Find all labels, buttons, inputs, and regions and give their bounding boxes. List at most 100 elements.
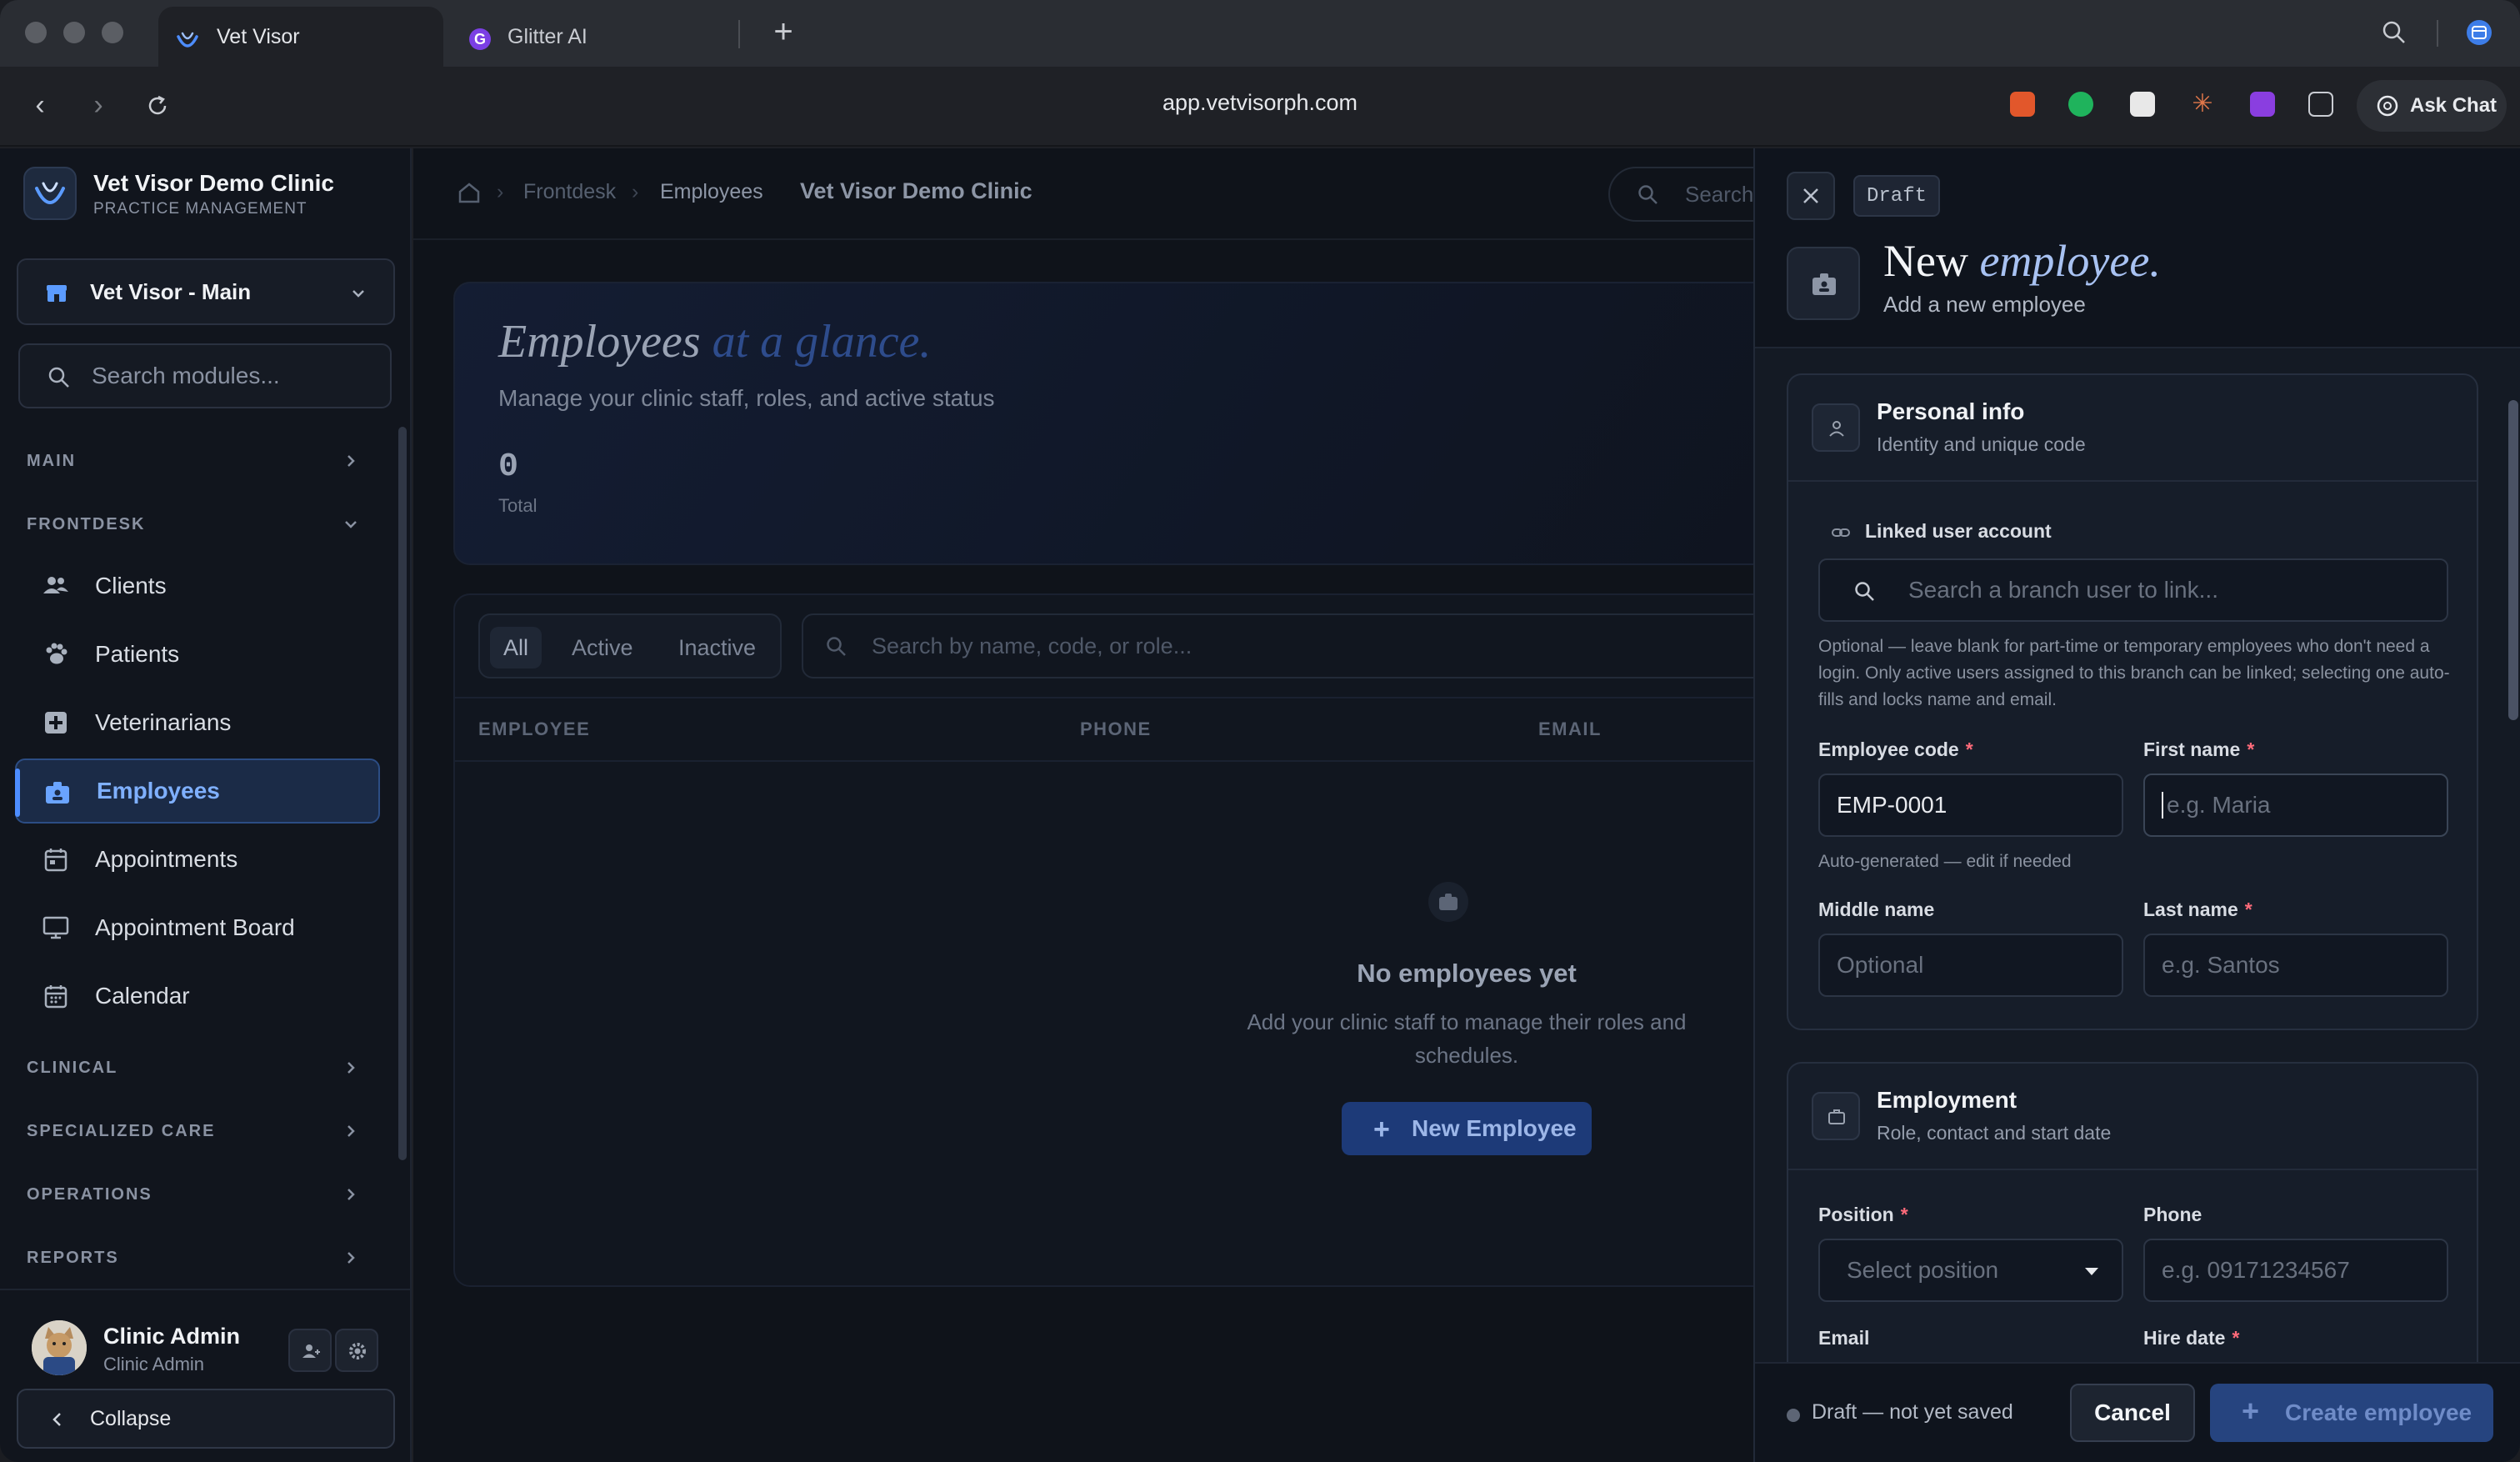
sidebar-scrollbar[interactable] [398, 427, 407, 1160]
create-employee-button[interactable]: + Create employee [2210, 1384, 2493, 1442]
sidebar-item-appointment-board[interactable]: Appointment Board [15, 895, 380, 960]
breadcrumb-frontdesk[interactable]: Frontdesk [523, 180, 616, 204]
table-header: EMPLOYEE PHONE EMAIL [455, 697, 1805, 762]
chevron-right-icon[interactable] [342, 1249, 360, 1267]
extension-grid-icon[interactable] [2130, 92, 2155, 117]
page-title: Employees at a glance. [498, 316, 932, 368]
personal-info-card: Personal info Identity and unique code L… [1787, 373, 2478, 1030]
reload-icon[interactable] [143, 92, 172, 120]
employees-summary-card: Employees at a glance. Manage your clini… [453, 282, 1803, 565]
column-phone[interactable]: PHONE [1080, 718, 1152, 740]
calendar-icon [44, 849, 68, 872]
search-icon[interactable] [2380, 18, 2408, 47]
minimize-window-button[interactable] [63, 22, 85, 43]
user-switch-icon [302, 1344, 320, 1358]
last-name-field[interactable]: e.g. Santos [2143, 934, 2448, 997]
briefcase-icon [1828, 1109, 1845, 1124]
employee-search-placeholder: Search by name, code, or role... [872, 633, 1192, 658]
search-icon [48, 367, 69, 388]
breadcrumb-separator: › [497, 180, 504, 203]
section-frontdesk[interactable]: FRONTDESK [27, 515, 145, 534]
branch-selector[interactable]: Vet Visor - Main [17, 258, 395, 325]
section-main[interactable]: MAIN [27, 452, 76, 471]
collapse-sidebar-button[interactable]: Collapse [17, 1389, 395, 1449]
chevron-down-icon[interactable] [342, 515, 360, 533]
sidebar-item-employees[interactable]: Employees [15, 759, 380, 824]
tab-glitter-ai[interactable]: G Glitter AI [454, 7, 738, 67]
section-clinical[interactable]: CLINICAL [27, 1059, 118, 1078]
user-icon [1829, 421, 1844, 437]
create-employee-label: Create employee [2285, 1399, 2472, 1425]
tab-label: Glitter AI [508, 24, 588, 48]
forward-button[interactable]: › [82, 88, 115, 122]
section-operations[interactable]: OPERATIONS [27, 1185, 152, 1204]
home-icon[interactable] [457, 180, 482, 205]
employee-code-hint: Auto-generated — edit if needed [1818, 852, 2072, 871]
tab-vet-visor[interactable]: Vet Visor [158, 7, 443, 67]
column-employee[interactable]: EMPLOYEE [478, 718, 590, 740]
user-name: Clinic Admin [103, 1324, 241, 1349]
clinic-name: Vet Visor Demo Clinic [93, 170, 334, 196]
switch-user-button[interactable] [288, 1329, 332, 1372]
users-icon [43, 577, 68, 593]
avatar[interactable] [32, 1320, 87, 1375]
close-drawer-button[interactable] [1787, 172, 1835, 220]
chevron-right-icon[interactable] [342, 1122, 360, 1140]
maximize-window-button[interactable] [102, 22, 123, 43]
clinic-label: Vet Visor Demo Clinic [800, 178, 1032, 203]
close-window-button[interactable] [25, 22, 47, 43]
section-specialized-care[interactable]: SPECIALIZED CARE [27, 1122, 215, 1141]
chevron-right-icon[interactable] [342, 452, 360, 470]
openai-icon [2377, 95, 2398, 117]
settings-button[interactable] [335, 1329, 378, 1372]
global-search-placeholder: Search [1685, 181, 1754, 207]
employee-search-input[interactable]: Search by name, code, or role... [802, 613, 1802, 678]
card-icon [1812, 403, 1860, 452]
extension-grammarly-icon[interactable] [2068, 92, 2093, 117]
status-filter-group: All Active Inactive [478, 613, 782, 678]
glitter-logo-icon: G [469, 28, 491, 50]
phone-field[interactable]: e.g. 09171234567 [2143, 1239, 2448, 1302]
sidebar-item-clients[interactable]: Clients [15, 553, 380, 618]
chevron-right-icon[interactable] [342, 1185, 360, 1204]
position-select[interactable]: Select position [1818, 1239, 2123, 1302]
filter-all[interactable]: All [490, 627, 542, 668]
ask-chat-button[interactable]: Ask Chat [2357, 80, 2507, 132]
sidebar-item-label: Clients [95, 573, 167, 598]
chevron-right-icon[interactable] [342, 1059, 360, 1077]
cancel-button[interactable]: Cancel [2070, 1384, 2195, 1442]
link-icon [1832, 528, 1850, 537]
medical-plus-icon [45, 712, 67, 734]
first-name-field[interactable]: e.g. Maria [2143, 774, 2448, 837]
sidebar-item-calendar[interactable]: Calendar [15, 964, 380, 1029]
linked-user-label: Linked user account [1865, 520, 2052, 542]
extension-sparkle-icon[interactable]: ✳ [2190, 92, 2215, 117]
filter-active[interactable]: Active [558, 627, 647, 668]
module-search-input[interactable]: Search modules... [18, 343, 392, 408]
app-sidebar: Vet Visor Demo Clinic PRACTICE MANAGEMEN… [0, 148, 412, 1462]
collapse-label: Collapse [90, 1406, 172, 1430]
sidebar-toggle-icon[interactable] [2465, 18, 2493, 47]
store-icon [47, 285, 67, 302]
drawer-scrollbar[interactable] [2508, 400, 2518, 720]
badge-icon [1812, 273, 1836, 295]
sidebar-item-veterinarians[interactable]: Veterinarians [15, 690, 380, 755]
new-employee-button[interactable]: + New Employee [1342, 1102, 1592, 1155]
section-reports[interactable]: REPORTS [27, 1249, 119, 1268]
new-tab-button[interactable]: + [767, 15, 800, 48]
back-button[interactable]: ‹ [23, 88, 57, 122]
extension-purple-icon[interactable] [2250, 92, 2275, 117]
drawer-header: Draft New employee. Add a new employee [1755, 148, 2520, 348]
column-email[interactable]: EMAIL [1538, 718, 1602, 740]
middle-name-field[interactable]: Optional [1818, 934, 2123, 997]
chevron-left-icon [52, 1413, 61, 1426]
sidebar-item-patients[interactable]: Patients [15, 622, 380, 687]
employee-code-label: Employee code * [1818, 739, 1973, 760]
linked-user-search-input[interactable]: Search a branch user to link... [1818, 558, 2448, 622]
extension-chat-icon[interactable] [2308, 92, 2333, 117]
sidebar-item-appointments[interactable]: Appointments [15, 827, 380, 892]
url-field[interactable]: app.vetvisorph.com [1000, 90, 1520, 116]
filter-inactive[interactable]: Inactive [665, 627, 769, 668]
employee-code-field[interactable]: EMP-0001 [1818, 774, 2123, 837]
extension-fox-icon[interactable] [2010, 92, 2035, 117]
